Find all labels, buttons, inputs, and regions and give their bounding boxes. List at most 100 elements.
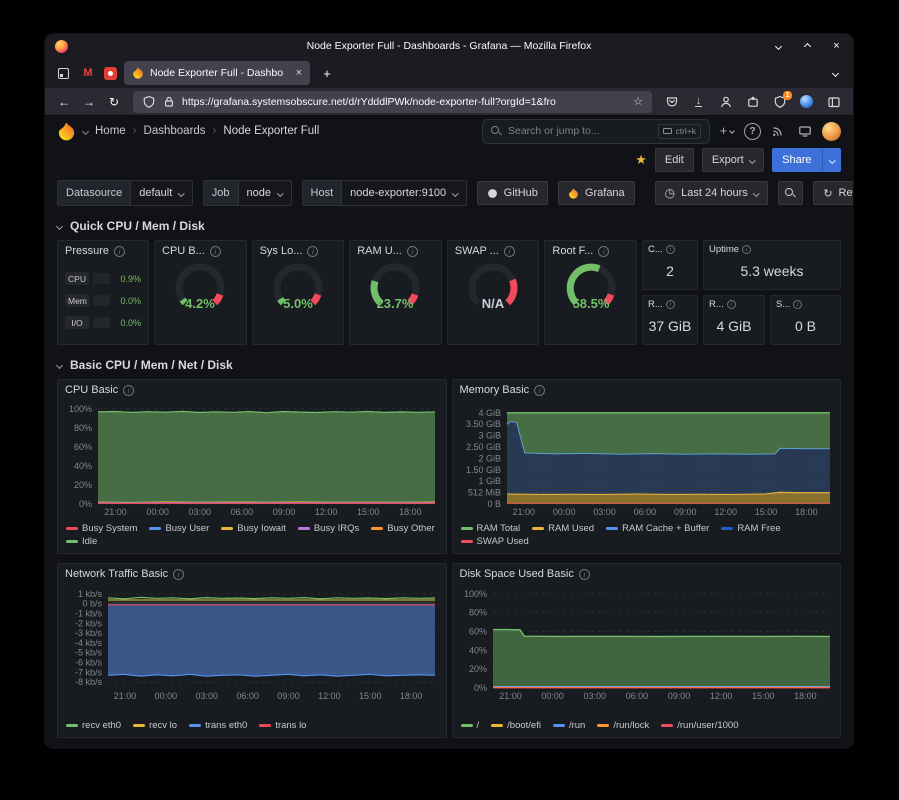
share-menu-button[interactable] — [822, 148, 842, 172]
legend-item[interactable]: recv eth0 — [66, 720, 121, 731]
panel-title[interactable]: CPU B... — [162, 245, 205, 257]
pocket-button[interactable] — [662, 92, 681, 112]
tracking-shield-icon[interactable] — [142, 95, 156, 109]
legend-item[interactable]: trans lo — [259, 720, 306, 731]
sidebar-button[interactable] — [824, 92, 843, 112]
rootfs-used-gauge[interactable]: 58.5% — [549, 263, 633, 319]
org-menu-chevron-icon[interactable] — [82, 127, 89, 134]
breadcrumb-dashboards[interactable]: Dashboards — [144, 125, 206, 137]
adblock-button[interactable]: 1 — [770, 92, 789, 112]
legend-item[interactable]: / — [461, 720, 480, 731]
account-button[interactable] — [716, 92, 735, 112]
search-input[interactable]: Search or jump to... ctrl+k — [482, 119, 710, 144]
panel-title[interactable]: R... — [648, 299, 663, 310]
news-button[interactable] — [768, 119, 788, 143]
panel-title[interactable]: Uptime — [709, 244, 739, 255]
memory-basic-chart[interactable]: 4 GiB3.50 GiB3 GiB2.50 GiB2 GiB1.50 GiB1… — [455, 400, 838, 518]
legend-item[interactable]: RAM Total — [461, 523, 521, 534]
legend-item[interactable]: RAM Used — [532, 523, 594, 534]
info-icon[interactable]: i — [210, 246, 221, 257]
info-icon[interactable]: i — [114, 246, 125, 257]
legend-item[interactable]: Busy User — [149, 523, 209, 534]
sys-load-gauge[interactable]: 5.0% — [256, 263, 340, 319]
panel-title[interactable]: Sys Lo... — [260, 245, 303, 257]
close-button[interactable]: × — [830, 40, 843, 53]
url-bar[interactable]: https://grafana.systemsobscure.net/d/rYd… — [133, 91, 652, 113]
help-button[interactable]: ? — [744, 123, 761, 140]
info-icon[interactable]: i — [666, 245, 675, 254]
info-icon[interactable]: i — [666, 300, 675, 309]
legend-item[interactable]: Busy Iowait — [221, 523, 286, 534]
time-range-picker[interactable]: ◷Last 24 hours — [655, 181, 769, 205]
info-icon[interactable]: i — [742, 245, 751, 254]
legend-item[interactable]: recv lo — [133, 720, 177, 731]
legend-item[interactable]: /run/user/1000 — [661, 720, 738, 731]
firefox-view-button[interactable] — [52, 62, 74, 84]
host-variable[interactable]: Host node-exporter:9100 — [302, 180, 467, 206]
ram-used-gauge[interactable]: 23.7% — [353, 263, 437, 319]
panel-title[interactable]: S... — [776, 299, 790, 310]
export-button[interactable]: Export — [702, 148, 764, 172]
back-button[interactable]: ← — [53, 91, 75, 113]
cpu-busy-gauge[interactable]: 4.2% — [158, 263, 242, 319]
panel-title[interactable]: SWAP ... — [455, 245, 499, 257]
reload-button[interactable]: ↻ — [103, 91, 125, 113]
legend-item[interactable]: /run/lock — [597, 720, 649, 731]
active-tab[interactable]: Node Exporter Full - Dashbo × — [124, 61, 310, 85]
info-icon[interactable]: i — [598, 246, 609, 257]
minimize-button[interactable] — [772, 40, 785, 53]
legend-item[interactable]: Busy Other — [371, 523, 435, 534]
new-tab-button[interactable]: + — [316, 62, 338, 84]
legend-item[interactable]: trans eth0 — [189, 720, 247, 731]
info-icon[interactable]: i — [534, 385, 545, 396]
forward-button[interactable]: → — [78, 91, 100, 113]
panel-title[interactable]: Pressure — [65, 245, 109, 257]
job-variable[interactable]: Job node — [203, 180, 292, 206]
pinned-tab-app[interactable] — [102, 64, 118, 82]
panel-title[interactable]: CPU Basic — [65, 384, 118, 396]
downloads-button[interactable]: ↓ — [689, 92, 708, 112]
panel-title[interactable]: RAM U... — [357, 245, 402, 257]
datasource-variable[interactable]: Datasource default — [57, 180, 193, 206]
disk-space-chart[interactable]: 100%80%60%40%20%0%21:0000:0003:0006:0009… — [455, 584, 838, 702]
share-button[interactable]: Share — [772, 148, 841, 172]
info-icon[interactable]: i — [504, 246, 515, 257]
legend-item[interactable]: Busy IRQs — [298, 523, 359, 534]
network-traffic-chart[interactable]: 1 kb/s0 b/s-1 kb/s-2 kb/s-3 kb/s-4 kb/s-… — [60, 584, 443, 702]
favorite-star-icon[interactable]: ★ — [635, 152, 647, 168]
panel-title[interactable]: Network Traffic Basic — [65, 568, 168, 580]
legend-item[interactable]: Busy System — [66, 523, 137, 534]
legend-item[interactable]: Idle — [66, 536, 97, 547]
display-button[interactable] — [795, 119, 815, 143]
info-icon[interactable]: i — [407, 246, 418, 257]
legend-item[interactable]: /run — [553, 720, 585, 731]
vpn-button[interactable] — [797, 92, 816, 112]
info-icon[interactable]: i — [173, 569, 184, 580]
panel-title[interactable]: R... — [709, 299, 724, 310]
swap-used-gauge[interactable]: N/A — [451, 263, 535, 319]
pinned-tab-gmail[interactable]: M — [80, 64, 96, 82]
legend-item[interactable]: RAM Cache + Buffer — [606, 523, 709, 534]
info-icon[interactable]: i — [307, 246, 318, 257]
legend-item[interactable]: SWAP Used — [461, 536, 529, 547]
legend-item[interactable]: RAM Free — [721, 523, 780, 534]
grafana-link[interactable]: Grafana — [558, 181, 635, 205]
refresh-button[interactable]: ↻Refresh — [813, 181, 853, 205]
legend-item[interactable]: /boot/efi — [491, 720, 541, 731]
tab-close-button[interactable]: × — [296, 67, 302, 79]
zoom-out-button[interactable] — [778, 181, 803, 205]
window-titlebar[interactable]: Node Exporter Full - Dashboards - Grafan… — [45, 34, 853, 58]
breadcrumb-home[interactable]: Home — [95, 125, 126, 137]
panel-title[interactable]: Root F... — [552, 245, 593, 257]
edit-button[interactable]: Edit — [655, 148, 694, 172]
section-quick-cpu-mem-disk[interactable]: Quick CPU / Mem / Disk — [57, 214, 841, 238]
cpu-basic-chart[interactable]: 100%80%60%40%20%0%21:0000:0003:0006:0009… — [60, 400, 443, 518]
maximize-button[interactable] — [801, 40, 814, 53]
extensions-button[interactable] — [743, 92, 762, 112]
lock-icon[interactable] — [162, 95, 176, 109]
github-link[interactable]: GitHub — [477, 181, 548, 205]
bookmark-star-icon[interactable]: ☆ — [633, 95, 643, 108]
panel-title[interactable]: Disk Space Used Basic — [460, 568, 574, 580]
info-icon[interactable]: i — [793, 300, 802, 309]
info-icon[interactable]: i — [579, 569, 590, 580]
